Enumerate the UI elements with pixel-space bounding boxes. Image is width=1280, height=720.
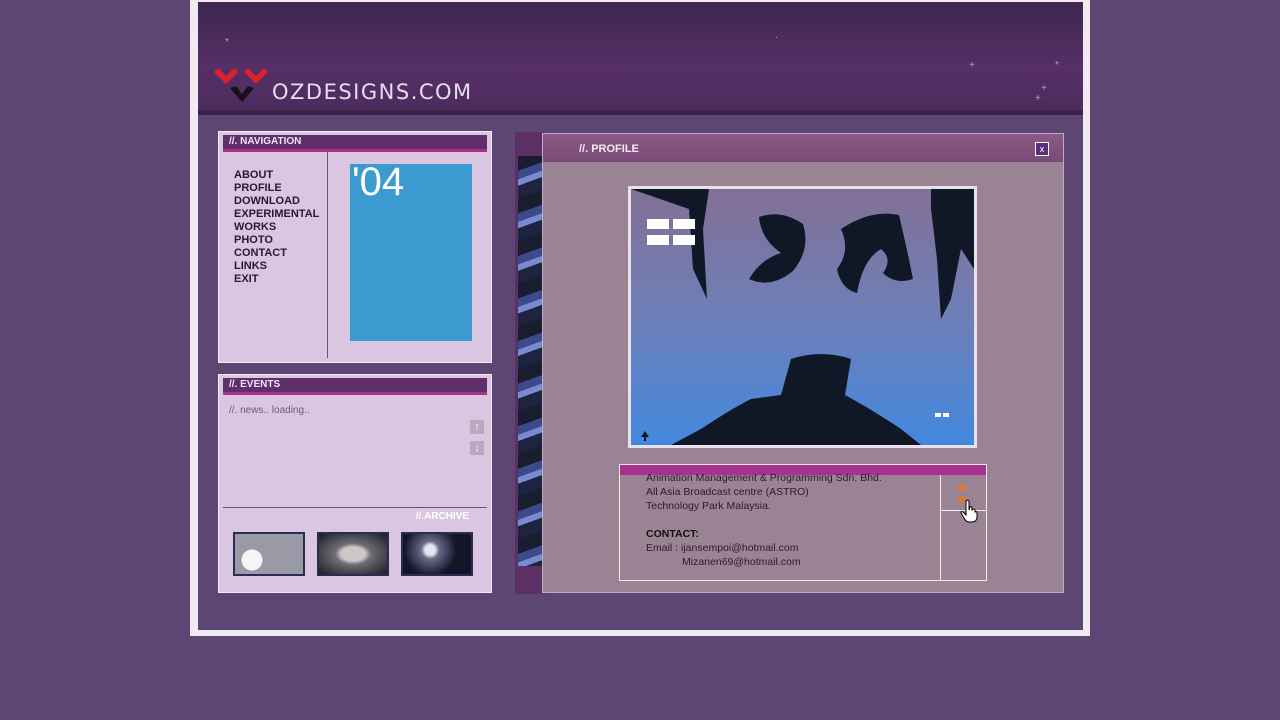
nav-item-exit[interactable]: EXIT: [234, 273, 319, 286]
nav-item-profile[interactable]: PROFILE: [234, 182, 319, 195]
profile-line: Technology Park Malaysia.: [646, 500, 771, 512]
title-strip: [223, 392, 487, 395]
scroll-down-icon[interactable]: ↓: [470, 441, 484, 455]
profile-line: All Asia Broadcast centre (ASTRO): [646, 486, 809, 498]
archive-label[interactable]: //.ARCHIVE: [416, 511, 469, 522]
profile-photo: [628, 186, 977, 448]
nav-item-about[interactable]: ABOUT: [234, 169, 319, 182]
hand-cursor-icon: [960, 499, 978, 523]
nav-item-photo[interactable]: PHOTO: [234, 234, 319, 247]
events-title: //. EVENTS: [223, 378, 487, 392]
profile-line: Animation Management & Programming Sdn. …: [646, 472, 882, 484]
archive-thumbnail[interactable]: [317, 532, 389, 576]
site-logo-text[interactable]: OZDESIGNS.COM: [272, 80, 473, 104]
star-decoration: ·: [775, 32, 779, 43]
nav-item-download[interactable]: DOWNLOAD: [234, 195, 319, 208]
archive-divider: [223, 507, 487, 508]
star-decoration: *: [1055, 60, 1059, 71]
scroll-up-icon[interactable]: ↑: [470, 420, 484, 434]
star-decoration: +: [969, 60, 975, 71]
profile-window: //. PROFILE x Animation Management & Pro…: [542, 133, 1064, 593]
info-divider: [940, 475, 941, 580]
events-panel: //. EVENTS //. news.. loading.. ↑ ↓ //.A…: [218, 374, 492, 593]
navigation-title: //. NAVIGATION: [223, 135, 487, 149]
profile-title: //. PROFILE: [579, 143, 639, 155]
close-icon[interactable]: x: [1035, 142, 1049, 156]
title-strip: [223, 149, 487, 152]
logo-mark-icon[interactable]: [212, 66, 274, 106]
nav-item-contact[interactable]: CONTACT: [234, 247, 319, 260]
archive-thumbnail[interactable]: [401, 532, 473, 576]
email-line[interactable]: Email : ijansempoi@hotmail.com: [646, 541, 936, 555]
star-decoration: +: [1035, 93, 1041, 104]
events-status: //. news.. loading..: [229, 405, 310, 416]
portrait-silhouette: [631, 189, 974, 445]
scroll-up-icon[interactable]: [956, 483, 968, 490]
nav-divider: [327, 152, 328, 358]
header-divider: [198, 110, 1083, 115]
nav-menu: ABOUT PROFILE DOWNLOAD EXPERIMENTAL WORK…: [234, 169, 319, 286]
nav-item-experimental[interactable]: EXPERIMENTAL: [234, 208, 319, 221]
profile-text: Animation Management & Programming Sdn. …: [646, 471, 936, 569]
contact-heading: CONTACT:: [646, 528, 699, 540]
year-box: '04: [350, 160, 472, 341]
navigation-panel: //. NAVIGATION ABOUT PROFILE DOWNLOAD EX…: [218, 131, 492, 363]
nav-item-works[interactable]: WORKS: [234, 221, 319, 234]
star-decoration: *: [225, 37, 229, 48]
profile-info-box: Animation Management & Programming Sdn. …: [619, 464, 987, 581]
archive-thumbnail[interactable]: [233, 532, 305, 576]
year-label: '04: [352, 160, 405, 204]
profile-photo-image: [631, 189, 974, 445]
nav-item-links[interactable]: LINKS: [234, 260, 319, 273]
email-line-secondary[interactable]: Mizanen69@hotmail.com: [646, 555, 936, 569]
background-photo: [518, 156, 544, 566]
star-decoration: +: [1041, 83, 1047, 94]
